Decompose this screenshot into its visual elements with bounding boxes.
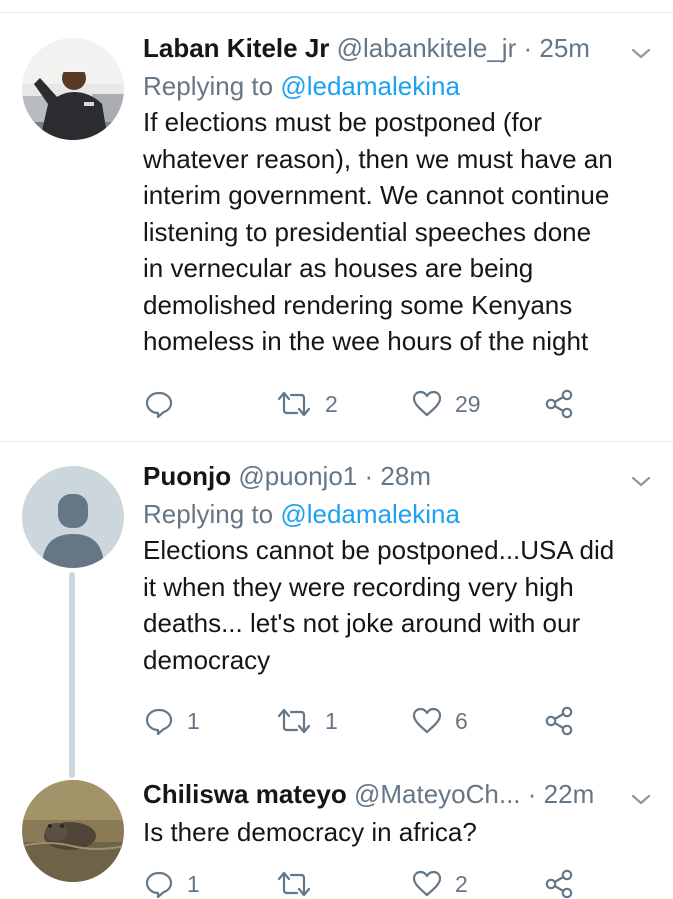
- like-count: 2: [455, 870, 468, 897]
- tweet-actions: 1 1 6: [143, 704, 603, 738]
- share-button[interactable]: [543, 387, 575, 421]
- tweet-chiliswa[interactable]: Chiliswa mateyo @MateyoCh... · 22m Is th…: [0, 772, 673, 899]
- avatar[interactable]: [22, 780, 124, 882]
- text-line: in vernecular as houses are being: [143, 253, 534, 283]
- share-button[interactable]: [543, 704, 575, 738]
- share-icon: [543, 388, 575, 420]
- text-line: homeless in the wee hours of the night: [143, 326, 589, 356]
- retweet-icon: [275, 868, 313, 899]
- tweet-text: Is there democracy in africa?: [143, 814, 653, 851]
- share-button[interactable]: [543, 867, 575, 899]
- tweet-actions: 2 29: [143, 387, 603, 421]
- tweet-text: If elections must be postponed (for what…: [143, 104, 653, 360]
- retweet-icon: [275, 705, 313, 737]
- retweet-button[interactable]: 2: [275, 387, 338, 421]
- mention-link[interactable]: @ledamalekina: [280, 499, 460, 529]
- text-line: If elections must be postponed (for: [143, 107, 542, 137]
- reply-icon: [143, 388, 175, 420]
- reply-icon: [143, 705, 175, 737]
- reply-count: 1: [187, 707, 200, 734]
- like-button[interactable]: 29: [411, 387, 481, 421]
- replying-to-line: Replying to @ledamalekina: [143, 496, 653, 532]
- user-handle[interactable]: @puonjo1: [238, 461, 357, 491]
- text-line: it when they were recording very high: [143, 571, 574, 602]
- like-button[interactable]: 6: [411, 704, 468, 738]
- text-line: deaths... let's not joke around with our: [143, 608, 581, 638]
- share-icon: [543, 705, 575, 737]
- timestamp[interactable]: 25m: [539, 33, 590, 63]
- display-name[interactable]: Laban Kitele Jr: [143, 33, 329, 63]
- replying-to-label: Replying to: [143, 71, 274, 101]
- mention-link[interactable]: @ledamalekina: [280, 71, 460, 101]
- text-line: interim government. We cannot continue: [143, 180, 610, 210]
- timestamp[interactable]: 22m: [544, 779, 595, 809]
- display-name[interactable]: Chiliswa mateyo: [143, 779, 347, 809]
- tweet-header: Laban Kitele Jr @labankitele_jr · 25m: [143, 28, 653, 68]
- avatar[interactable]: [22, 38, 124, 140]
- text-line: listening to presidential speeches done: [143, 216, 592, 247]
- replying-to-line: Replying to @ledamalekina: [143, 68, 653, 104]
- text-line: demolished rendering some Kenyans: [143, 289, 573, 320]
- tweet-laban[interactable]: Laban Kitele Jr @labankitele_jr · 25m Re…: [0, 0, 673, 441]
- reply-button[interactable]: [143, 387, 187, 421]
- text-line: Is there democracy in africa?: [143, 817, 477, 847]
- thread-line: [69, 772, 75, 778]
- thread-line: [69, 572, 75, 778]
- replying-to-label: Replying to: [143, 499, 274, 529]
- display-name[interactable]: Puonjo: [143, 461, 231, 491]
- heart-icon: [411, 705, 443, 737]
- reply-count: 1: [187, 870, 200, 897]
- like-count: 6: [455, 707, 468, 734]
- timestamp[interactable]: 28m: [380, 461, 431, 491]
- chevron-down-icon[interactable]: [629, 464, 653, 488]
- user-handle[interactable]: @MateyoCh...: [354, 779, 521, 809]
- tweet-actions: 1 2: [143, 867, 603, 899]
- retweet-count: 1: [325, 707, 338, 734]
- reply-button[interactable]: 1: [143, 704, 200, 738]
- text-line: Elections cannot be postponed...USA did: [143, 535, 615, 565]
- retweet-button[interactable]: [275, 867, 325, 899]
- retweet-count: 2: [325, 390, 338, 417]
- reply-button[interactable]: 1: [143, 867, 200, 899]
- separator-dot: ·: [527, 779, 537, 809]
- retweet-icon: [275, 388, 313, 420]
- separator-dot: ·: [364, 461, 374, 491]
- like-button[interactable]: 2: [411, 867, 468, 899]
- text-line: democracy: [143, 644, 271, 675]
- tweet-text: Elections cannot be postponed...USA did …: [143, 532, 653, 678]
- share-icon: [543, 868, 575, 899]
- tweet-replies-screen: Laban Kitele Jr @labankitele_jr · 25m Re…: [0, 0, 673, 899]
- tweet-puonjo[interactable]: Puonjo @puonjo1 · 28m Replying to @ledam…: [0, 442, 673, 778]
- tweet-header: Puonjo @puonjo1 · 28m: [143, 456, 653, 496]
- chevron-down-icon[interactable]: [629, 782, 653, 806]
- text-line: whatever reason), then we must have an: [143, 143, 613, 174]
- chevron-down-icon[interactable]: [629, 36, 653, 60]
- separator-dot: ·: [523, 33, 533, 63]
- retweet-button[interactable]: 1: [275, 704, 338, 738]
- reply-icon: [143, 868, 175, 899]
- like-count: 29: [455, 390, 481, 417]
- user-handle[interactable]: @labankitele_jr: [337, 33, 517, 63]
- heart-icon: [411, 868, 443, 899]
- tweet-header: Chiliswa mateyo @MateyoCh... · 22m: [143, 774, 653, 814]
- heart-icon: [411, 388, 443, 420]
- avatar[interactable]: [22, 466, 124, 568]
